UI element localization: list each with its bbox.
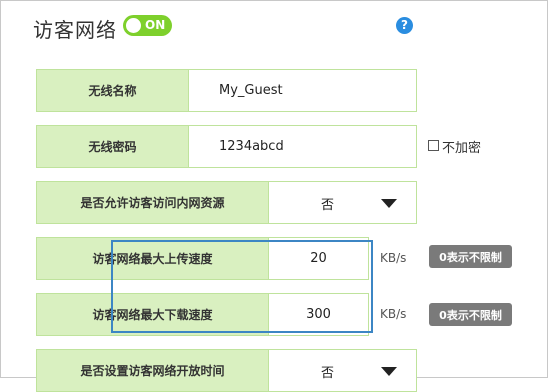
download-unit: KB/s [380, 307, 407, 321]
ssid-label: 无线名称 [36, 69, 189, 112]
download-label: 访客网络最大下载速度 [36, 293, 269, 336]
help-icon[interactable]: ? [396, 17, 413, 34]
download-speed-input[interactable]: 300 [269, 293, 369, 336]
allow-internal-value: 否 [321, 198, 335, 213]
upload-speed-input[interactable]: 20 [269, 237, 369, 280]
upload-hint-badge: 0表示不限制 [429, 245, 512, 268]
ssid-input[interactable]: My_Guest [189, 69, 417, 112]
guest-network-toggle[interactable]: ON [123, 15, 172, 36]
allow-internal-select[interactable]: 否 [269, 181, 417, 224]
toggle-knob [126, 18, 141, 33]
password-input[interactable]: 1234abcd [189, 125, 417, 168]
upload-unit: KB/s [380, 251, 407, 265]
toggle-label: ON [145, 18, 166, 32]
schedule-value: 否 [321, 366, 335, 381]
password-label: 无线密码 [36, 125, 189, 168]
upload-label: 访客网络最大上传速度 [36, 237, 269, 280]
chevron-down-icon [381, 199, 397, 208]
allow-internal-label: 是否允许访客访问内网资源 [36, 181, 269, 224]
no-encrypt-label: 不加密 [442, 141, 482, 156]
schedule-label: 是否设置访客网络开放时间 [36, 349, 269, 392]
schedule-select[interactable]: 否 [269, 349, 417, 392]
chevron-down-icon [381, 367, 397, 376]
no-encrypt-checkbox[interactable] [428, 140, 439, 151]
page-title: 访客网络 [33, 18, 117, 42]
download-hint-badge: 0表示不限制 [429, 303, 512, 326]
